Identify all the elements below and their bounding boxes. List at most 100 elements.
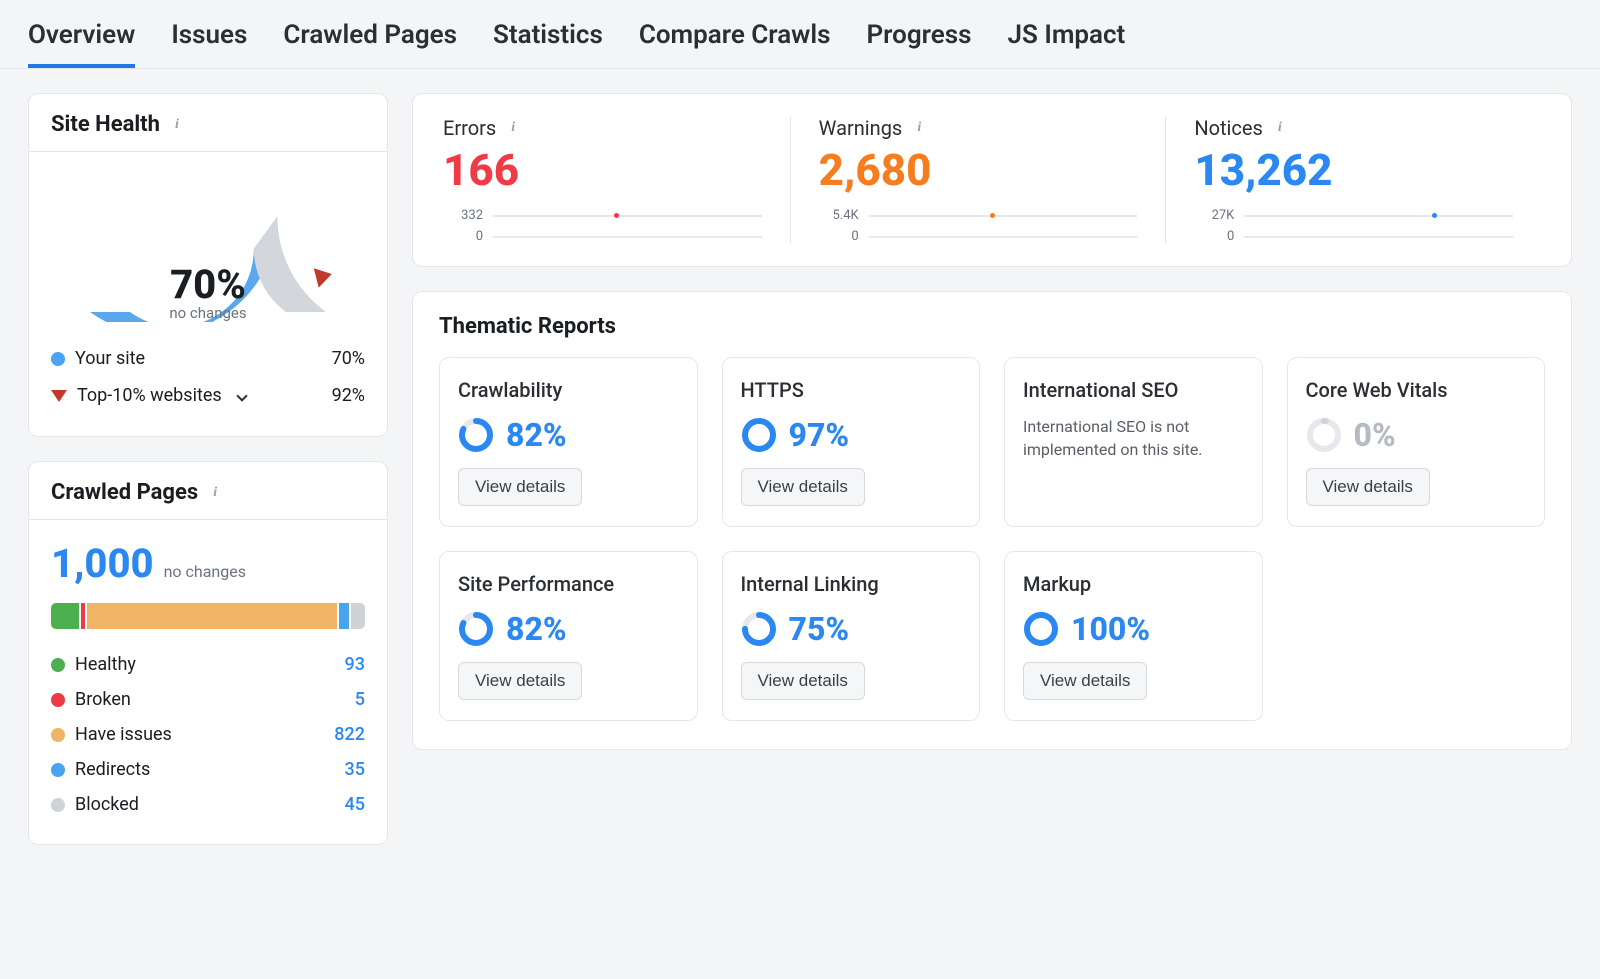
legend-top10-label: Top-10% websites bbox=[77, 385, 222, 406]
crawled-pages-panel: Crawled Pages i 1,000 no changes Healthy… bbox=[28, 461, 388, 845]
info-icon[interactable]: i bbox=[910, 119, 928, 137]
thematic-card-title: Internal Linking bbox=[741, 572, 962, 596]
legend-dot-icon bbox=[51, 658, 65, 672]
thematic-card-site-performance: Site Performance 82% View details bbox=[439, 551, 698, 721]
view-details-button[interactable]: View details bbox=[741, 468, 865, 506]
view-details-button[interactable]: View details bbox=[458, 468, 582, 506]
warnings-spark-bottom: 0 bbox=[819, 229, 859, 244]
info-icon[interactable]: i bbox=[504, 119, 522, 137]
thematic-card-title: Core Web Vitals bbox=[1306, 378, 1527, 402]
thematic-card-title: Markup bbox=[1023, 572, 1244, 596]
crawled-pages-item-label: Have issues bbox=[75, 724, 172, 745]
gauge-value: 70% bbox=[78, 261, 338, 308]
top10-websites-dropdown[interactable]: Top-10% websites bbox=[51, 385, 246, 406]
errors-label: Errors bbox=[443, 116, 496, 140]
crawled-pages-item-label: Healthy bbox=[75, 654, 136, 675]
crawled-pages-item[interactable]: Have issues 822 bbox=[51, 717, 365, 752]
legend-dot-icon bbox=[51, 728, 65, 742]
notices-spark-bottom: 0 bbox=[1194, 229, 1234, 244]
site-health-title: Site Health bbox=[51, 112, 160, 137]
thematic-card-title: Crawlability bbox=[458, 378, 679, 402]
legend-dot-icon bbox=[51, 763, 65, 777]
spark-dot-icon bbox=[1432, 213, 1437, 218]
thematic-reports-panel: Thematic Reports Crawlability 82% View det… bbox=[412, 291, 1572, 750]
crawled-pages-sub: no changes bbox=[164, 562, 246, 581]
crawled-pages-item-label: Redirects bbox=[75, 759, 150, 780]
gauge-subtext: no changes bbox=[78, 304, 338, 322]
info-icon[interactable]: i bbox=[206, 484, 224, 502]
info-icon[interactable]: i bbox=[168, 116, 186, 134]
crawled-pages-title: Crawled Pages bbox=[51, 480, 198, 505]
notices-metric[interactable]: Notices i 13,262 27K 0 bbox=[1165, 116, 1541, 244]
tab-compare-crawls[interactable]: Compare Crawls bbox=[639, 20, 831, 68]
donut-icon bbox=[741, 417, 777, 453]
legend-your-site-label: Your site bbox=[75, 348, 145, 369]
bar-segment-healthy[interactable] bbox=[51, 603, 79, 629]
view-details-button[interactable]: View details bbox=[741, 662, 865, 700]
errors-metric[interactable]: Errors i 166 332 0 bbox=[443, 116, 790, 244]
summary-panel: Errors i 166 332 0 Warnings bbox=[412, 93, 1572, 267]
crawled-pages-item-value: 45 bbox=[345, 794, 365, 815]
donut-icon bbox=[1306, 417, 1342, 453]
tab-overview[interactable]: Overview bbox=[28, 20, 135, 68]
chevron-down-icon bbox=[236, 390, 247, 401]
donut-icon bbox=[741, 611, 777, 647]
tab-crawled-pages[interactable]: Crawled Pages bbox=[283, 20, 457, 68]
tab-statistics[interactable]: Statistics bbox=[493, 20, 603, 68]
tab-issues[interactable]: Issues bbox=[171, 20, 247, 68]
spark-dot-icon bbox=[614, 213, 619, 218]
tab-bar: Overview Issues Crawled Pages Statistics Com… bbox=[0, 0, 1600, 69]
bar-segment-have-issues[interactable] bbox=[87, 603, 337, 629]
thematic-card-pct: 0% bbox=[1354, 416, 1396, 454]
thematic-card-https: HTTPS97%View details bbox=[722, 357, 981, 527]
triangle-down-icon bbox=[51, 390, 67, 402]
errors-spark-top: 332 bbox=[443, 208, 483, 223]
crawled-pages-item-value: 822 bbox=[334, 724, 365, 745]
legend-top10-value: 92% bbox=[332, 385, 365, 406]
notices-spark-top: 27K bbox=[1194, 208, 1234, 223]
crawled-pages-item[interactable]: Blocked 45 bbox=[51, 787, 365, 822]
donut-icon bbox=[458, 611, 494, 647]
crawled-pages-bar bbox=[51, 603, 365, 629]
thematic-card-pct: 82% bbox=[506, 610, 567, 648]
crawled-pages-item-value: 35 bbox=[345, 759, 365, 780]
thematic-card-markup: Markup 100% View details bbox=[1004, 551, 1263, 721]
legend-dot-icon bbox=[51, 798, 65, 812]
crawled-pages-item-value: 93 bbox=[345, 654, 365, 675]
thematic-card-desc: International SEO is not implemented on … bbox=[1023, 416, 1244, 461]
crawled-pages-item[interactable]: Broken 5 bbox=[51, 682, 365, 717]
bar-segment-blocked[interactable] bbox=[351, 603, 365, 629]
donut-icon bbox=[458, 417, 494, 453]
tab-js-impact[interactable]: JS Impact bbox=[1008, 20, 1126, 68]
info-icon[interactable]: i bbox=[1271, 119, 1289, 137]
notices-label: Notices bbox=[1194, 116, 1262, 140]
notices-value: 13,262 bbox=[1194, 146, 1513, 194]
warnings-spark-top: 5.4K bbox=[819, 208, 859, 223]
warnings-value: 2,680 bbox=[819, 146, 1138, 194]
warnings-metric[interactable]: Warnings i 2,680 5.4K 0 bbox=[790, 116, 1166, 244]
crawled-pages-item-label: Broken bbox=[75, 689, 131, 710]
errors-value: 166 bbox=[443, 146, 762, 194]
thematic-card-core-web-vitals: Core Web Vitals 0% View details bbox=[1287, 357, 1546, 527]
legend-dot-icon bbox=[51, 352, 65, 366]
crawled-pages-item-label: Blocked bbox=[75, 794, 139, 815]
thematic-card-title: Site Performance bbox=[458, 572, 679, 596]
crawled-pages-item[interactable]: Healthy 93 bbox=[51, 647, 365, 682]
spark-dot-icon bbox=[990, 213, 995, 218]
thematic-card-pct: 100% bbox=[1071, 610, 1150, 648]
crawled-pages-item-value: 5 bbox=[355, 689, 365, 710]
thematic-reports-title: Thematic Reports bbox=[413, 292, 1571, 351]
crawled-pages-count[interactable]: 1,000 bbox=[51, 540, 154, 587]
site-health-gauge: 70% no changes bbox=[78, 172, 338, 322]
view-details-button[interactable]: View details bbox=[458, 662, 582, 700]
legend-your-site-value: 70% bbox=[332, 348, 365, 369]
thematic-card-internal-linking: Internal Linking75%View details bbox=[722, 551, 981, 721]
thematic-card-international-seo: International SEOInternational SEO is no… bbox=[1004, 357, 1263, 527]
view-details-button[interactable]: View details bbox=[1306, 468, 1430, 506]
crawled-pages-item[interactable]: Redirects 35 bbox=[51, 752, 365, 787]
bar-segment-redirects[interactable] bbox=[339, 603, 350, 629]
view-details-button[interactable]: View details bbox=[1023, 662, 1147, 700]
tab-progress[interactable]: Progress bbox=[867, 20, 972, 68]
thematic-card-title: HTTPS bbox=[741, 378, 962, 402]
legend-dot-icon bbox=[51, 693, 65, 707]
